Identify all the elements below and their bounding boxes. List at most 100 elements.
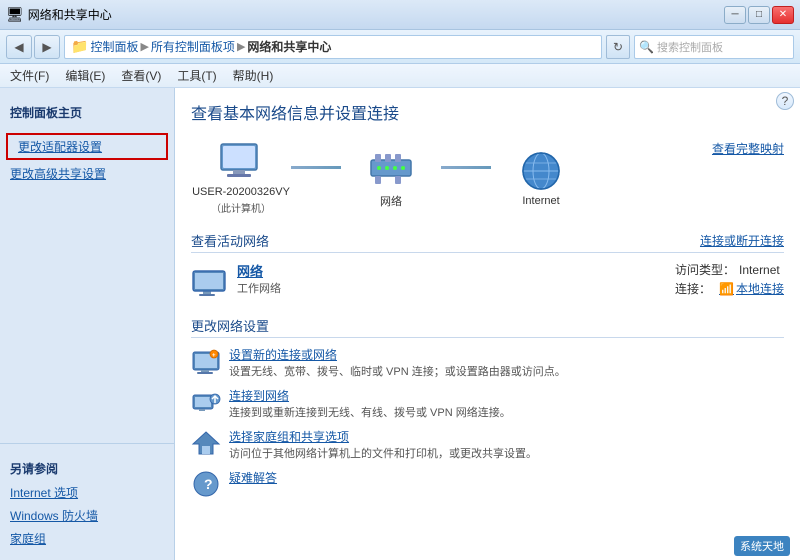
active-networks-title: 查看活动网络 [191,231,269,250]
setting-text-1: 连接到网络 连接到或重新连接到无线、有线、拨号或 VPN 网络连接。 [229,387,784,420]
network-type-text: 工作网络 [237,283,281,295]
setting-text-0: 设置新的连接或网络 设置无线、宽带、拨号、临时或 VPN 连接；或设置路由器或访… [229,346,784,379]
setting-item-0: + 设置新的连接或网络 设置无线、宽带、拨号、临时或 VPN 连接；或设置路由器… [191,346,784,379]
net-node-computer: USER-20200326VY （此计算机） [191,140,291,215]
access-type-value: Internet [739,263,780,277]
title-bar: 🖥 网络和共享中心 ─ □ ✕ [0,0,800,30]
setting-title-1[interactable]: 连接到网络 [229,387,784,404]
content-area: ? 查看基本网络信息并设置连接 USER-20200326VY （此计算机） [175,88,800,560]
page-title: 查看基本网络信息并设置连接 [191,100,784,124]
connection-value: 本地连接 [736,280,784,297]
connection-label: 连接： [675,280,715,297]
sidebar-item-firewall[interactable]: Windows 防火墙 [0,504,174,527]
main-layout: 控制面板主页 更改适配器设置 更改高级共享设置 另请参阅 Internet 选项… [0,88,800,560]
svg-text:+: + [212,353,216,359]
sidebar-item-internet-options[interactable]: Internet 选项 [0,481,174,504]
breadcrumb-item-0[interactable]: 控制面板 [90,38,138,55]
net-label-internet: Internet [522,195,559,207]
window-icon: 🖥 [6,6,24,23]
access-type-row: 访问类型： Internet [675,261,784,278]
menu-view[interactable]: 查看(V) [121,67,161,84]
watermark: 系统天地 [734,536,790,556]
setting-item-1: 连接到网络 连接到或重新连接到无线、有线、拨号或 VPN 网络连接。 [191,387,784,420]
sidebar: 控制面板主页 更改适配器设置 更改高级共享设置 另请参阅 Internet 选项… [0,88,175,560]
search-icon: 🔍 [639,40,654,54]
setting-text-2: 选择家庭组和共享选项 访问位于其他网络计算机上的文件和打印机，或更改共享设置。 [229,428,784,461]
computer-icon [215,140,267,184]
access-type-label: 访问类型： [675,261,735,278]
setting-title-3[interactable]: 疑难解答 [229,469,784,486]
setting-title-2[interactable]: 选择家庭组和共享选项 [229,428,784,445]
sidebar-item-advanced-sharing[interactable]: 更改高级共享设置 [0,162,174,185]
connection-row: 连接： 📶 本地连接 [675,280,784,297]
sidebar-also-section: 另请参阅 Internet 选项 Windows 防火墙 家庭组 [0,443,174,550]
connect-network-icon [191,387,221,417]
network-name-link[interactable]: 网络 [237,261,665,280]
setting-title-0[interactable]: 设置新的连接或网络 [229,346,784,363]
setting-desc-0: 设置无线、宽带、拨号、临时或 VPN 连接；或设置路由器或访问点。 [229,366,566,378]
homegroup-icon [191,428,221,458]
back-button[interactable]: ◀ [6,35,32,59]
network-info: 网络 工作网络 [237,261,665,296]
forward-icon: ▶ [42,40,51,54]
breadcrumb-item-1[interactable]: 所有控制面板项 [151,38,235,55]
setting-text-3: 疑难解答 [229,469,784,486]
breadcrumb: 📁 控制面板 ▶ 所有控制面板项 ▶ 网络和共享中心 [64,35,602,59]
net-node-network: 网络 [341,147,441,209]
setting-desc-2: 访问位于其他网络计算机上的文件和打印机，或更改共享设置。 [229,448,537,460]
search-box[interactable]: 🔍 搜索控制面板 [634,35,794,59]
folder-icon: 📁 [71,38,88,55]
net-node-internet: Internet [491,149,591,207]
setup-network-icon: + [191,346,221,376]
sidebar-links: 更改适配器设置 更改高级共享设置 [0,131,174,185]
network-diagram: USER-20200326VY （此计算机） [191,140,784,215]
address-bar: ◀ ▶ 📁 控制面板 ▶ 所有控制面板项 ▶ 网络和共享中心 ↻ 🔍 搜索控制面… [0,30,800,64]
window-title: 网络和共享中心 [28,6,112,23]
connector-2 [441,166,491,169]
nav-buttons: ◀ ▶ [6,35,60,59]
change-settings-title: 更改网络设置 [191,316,269,335]
sidebar-title: 控制面板主页 [0,98,174,125]
menu-edit[interactable]: 编辑(E) [65,67,105,84]
title-bar-left: 🖥 网络和共享中心 [6,6,112,23]
connector-1 [291,166,341,169]
setting-item-2: 选择家庭组和共享选项 访问位于其他网络计算机上的文件和打印机，或更改共享设置。 [191,428,784,461]
menu-file[interactable]: 文件(F) [10,67,49,84]
refresh-button[interactable]: ↻ [606,35,630,59]
breadcrumb-item-2: 网络和共享中心 [247,38,331,55]
menu-bar: 文件(F) 编辑(E) 查看(V) 工具(T) 帮助(H) [0,64,800,88]
help-icon[interactable]: ? [776,92,794,110]
globe-icon [515,149,567,193]
access-type-group: 访问类型： Internet 连接： 📶 本地连接 [675,261,784,299]
menu-tools[interactable]: 工具(T) [177,67,216,84]
net-label-computer: USER-20200326VY [192,186,290,198]
active-networks-header: 查看活动网络 连接或断开连接 [191,231,784,253]
menu-help[interactable]: 帮助(H) [233,67,274,84]
net-sublabel-computer: （此计算机） [211,200,271,215]
view-full-map-link[interactable]: 查看完整映射 [712,140,784,157]
forward-button[interactable]: ▶ [34,35,60,59]
troubleshoot-icon: ? [191,469,221,499]
sidebar-item-homegroup[interactable]: 家庭组 [0,527,174,550]
close-button[interactable]: ✕ [772,6,794,24]
breadcrumb-sep-0: ▶ [140,40,148,53]
connect-disconnect-link[interactable]: 连接或断开连接 [700,232,784,249]
local-connection-link[interactable]: 📶 本地连接 [719,280,784,297]
active-network-row: 网络 工作网络 访问类型： Internet 连接： 📶 本地连接 [191,261,784,306]
setting-desc-1: 连接到或重新连接到无线、有线、拨号或 VPN 网络连接。 [229,407,511,419]
setting-item-3: ? 疑难解答 [191,469,784,499]
settings-list: + 设置新的连接或网络 设置无线、宽带、拨号、临时或 VPN 连接；或设置路由器… [191,346,784,499]
minimize-button[interactable]: ─ [724,6,746,24]
back-icon: ◀ [14,40,23,54]
change-settings-header: 更改网络设置 [191,316,784,338]
signal-icon: 📶 [719,282,734,296]
net-label-network: 网络 [380,193,402,209]
search-placeholder: 搜索控制面板 [657,39,723,55]
maximize-button[interactable]: □ [748,6,770,24]
refresh-icon: ↻ [613,40,623,54]
sidebar-item-adapter-settings[interactable]: 更改适配器设置 [6,133,168,160]
switch-icon [365,147,417,191]
network-type-icon [191,263,227,306]
breadcrumb-sep-1: ▶ [237,40,245,53]
svg-text:?: ? [204,476,213,492]
